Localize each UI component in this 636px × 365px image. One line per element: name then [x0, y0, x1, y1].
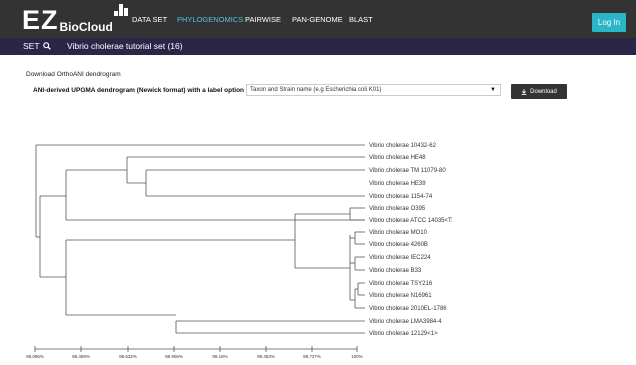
set-name: Vibrio cholerae tutorial set (16) — [67, 41, 183, 51]
leaf-label: Vibrio cholerae HE39 — [369, 181, 426, 187]
axis-tick-label: 98.632% — [119, 354, 137, 359]
leaf-label: Vibrio cholerae O395 — [369, 206, 426, 212]
top-navbar: EZ BioCloud DATA SET PHYLOGENOMICS PAIRW… — [0, 0, 636, 38]
label-option-select[interactable]: Taxon and Strain name (e.g Escherichia c… — [246, 84, 501, 96]
logo-bars-icon — [114, 4, 132, 16]
axis-tick-label: 98.906% — [165, 354, 183, 359]
download-button[interactable]: Download — [511, 84, 567, 99]
download-icon — [521, 88, 527, 95]
leaf-label: Vibrio cholerae 10432-62 — [369, 143, 437, 149]
leaf-label: Vibrio cholerae MO10 — [369, 230, 428, 236]
login-button[interactable]: Log In — [592, 13, 626, 32]
leaf-label: Vibrio cholerae IEC224 — [369, 255, 431, 261]
leaf-label: Vibrio cholerae N16961 — [369, 293, 432, 299]
nav-pairwise[interactable]: PAIRWISE — [245, 15, 281, 24]
axis-tick-label: 99.727% — [303, 354, 321, 359]
dendrogram-leaf-labels: Vibrio cholerae 10432-62 Vibrio cholerae… — [369, 143, 453, 337]
axis-tick-label: 100% — [351, 354, 363, 359]
leaf-label: Vibrio cholerae ATCC 14035<T: — [369, 218, 453, 224]
dendrogram-axis: 98.085% 98.359% 98.632% 98.906% 99.18% 9… — [26, 346, 363, 359]
logo-main-text: EZ — [22, 5, 59, 35]
label-option-text: ANI-derived UPGMA dendrogram (Newick for… — [33, 87, 252, 94]
logo-sub-text: BioCloud — [59, 20, 113, 34]
axis-tick-label: 98.085% — [26, 354, 44, 359]
caret-down-icon: ▼ — [490, 87, 496, 93]
download-label: Download — [530, 88, 557, 95]
search-icon — [42, 42, 51, 50]
nav-dataset[interactable]: DATA SET — [132, 15, 167, 24]
axis-tick-label: 98.359% — [72, 354, 90, 359]
axis-tick-label: 99.453% — [257, 354, 275, 359]
nav-phylogenomics[interactable]: PHYLOGENOMICS — [177, 15, 243, 24]
axis-tick-label: 99.18% — [212, 354, 227, 359]
dendrogram-branches — [35, 144, 365, 334]
ezbiocloud-logo[interactable]: EZ BioCloud — [22, 4, 128, 35]
leaf-label: Vibrio cholerae TSY216 — [369, 281, 433, 287]
leaf-label: Vibrio cholerae LMA3984-4 — [369, 319, 442, 325]
leaf-label: Vibrio cholerae B33 — [369, 268, 422, 274]
select-value: Taxon and Strain name (e.g Escherichia c… — [250, 87, 382, 93]
leaf-label: Vibrio cholerae 1154-74 — [369, 194, 433, 200]
set-label-text: SET — [23, 41, 40, 51]
nav-blast[interactable]: BLAST — [349, 15, 373, 24]
section-title: Download OrthoANI dendrogram — [26, 71, 121, 78]
set-selector[interactable]: SET — [23, 41, 51, 51]
set-bar: SET Vibrio cholerae tutorial set (16) — [0, 38, 636, 55]
dendrogram: Vibrio cholerae 10432-62 Vibrio cholerae… — [26, 143, 453, 359]
leaf-label: Vibrio cholerae 2010EL-1786 — [369, 306, 447, 312]
leaf-label: Vibrio cholerae 12129<1> — [369, 331, 438, 337]
leaf-label: Vibrio cholerae 4260B — [369, 242, 428, 248]
nav-pan-genome[interactable]: PAN-GENOME — [292, 15, 343, 24]
leaf-label: Vibrio cholerae HE48 — [369, 155, 426, 161]
leaf-label: Vibrio cholerae TM 11079-80 — [369, 168, 446, 174]
